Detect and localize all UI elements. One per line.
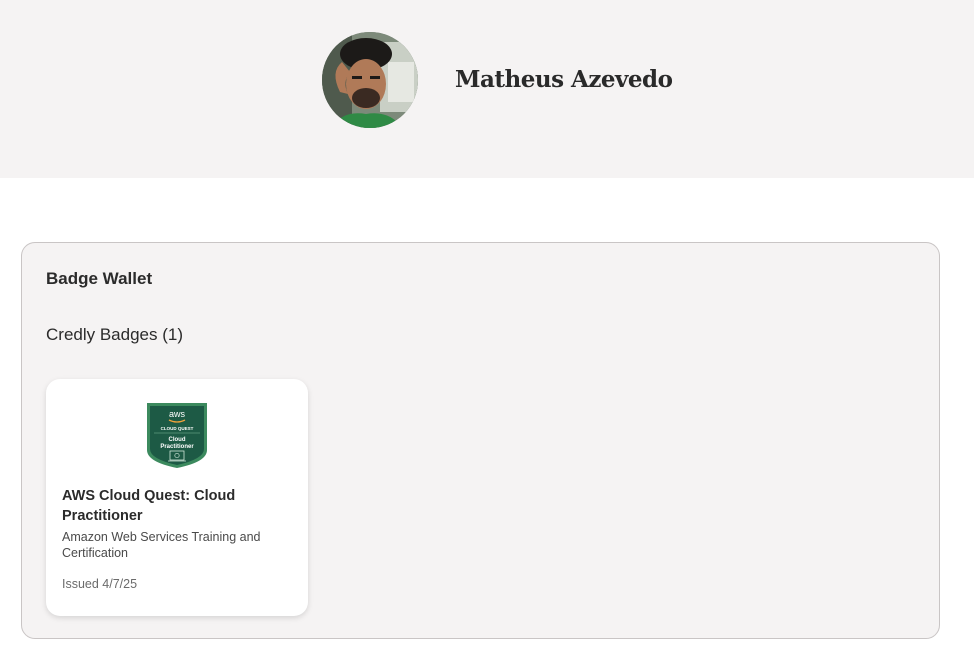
profile-header: Matheus Azevedo bbox=[0, 0, 974, 178]
avatar-photo bbox=[322, 32, 418, 128]
credly-badges-heading: Credly Badges (1) bbox=[46, 325, 184, 344]
profile-name: Matheus Azevedo bbox=[455, 66, 673, 93]
aws-badge-icon: aws CLOUD QUEST Cloud Practitioner bbox=[147, 403, 207, 468]
badge-logo-text: aws bbox=[169, 409, 186, 419]
wallet-title: Badge Wallet bbox=[46, 269, 153, 288]
badge-program-text: CLOUD QUEST bbox=[161, 426, 194, 431]
badge-name[interactable]: AWS Cloud Quest: Cloud Practitioner bbox=[62, 486, 294, 526]
badge-issued-date: Issued 4/7/25 bbox=[62, 577, 138, 591]
badge-wallet: Badge Wallet Credly Badges (1) aws CLOUD… bbox=[21, 242, 940, 639]
badge-issuer: Amazon Web Services Training and Certifi… bbox=[62, 530, 261, 560]
avatar[interactable] bbox=[322, 32, 418, 128]
badge-line2-text: Practitioner bbox=[160, 444, 194, 450]
badge-card[interactable]: aws CLOUD QUEST Cloud Practitioner AWS C… bbox=[46, 379, 308, 616]
badge-line1-text: Cloud bbox=[169, 437, 186, 443]
